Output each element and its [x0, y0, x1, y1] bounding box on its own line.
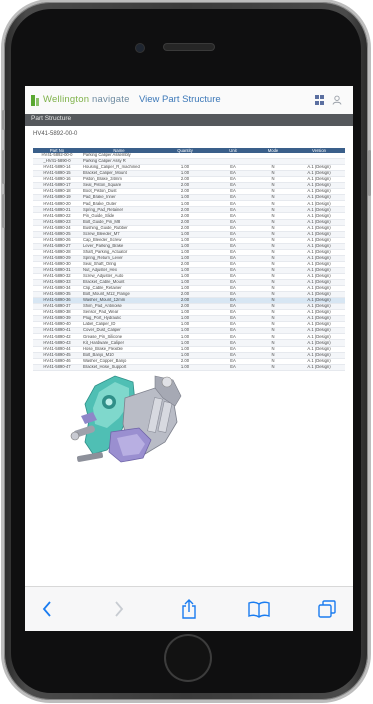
- home-button[interactable]: [166, 636, 210, 680]
- chevron-right-icon: [115, 601, 124, 617]
- book-icon: [248, 601, 270, 618]
- back-button[interactable]: [35, 597, 59, 621]
- screen: Wellington navigate View Part Structure …: [25, 86, 353, 631]
- bookmarks-button[interactable]: [245, 597, 273, 621]
- brand-company: Wellington: [43, 94, 90, 105]
- part-id-label: HV41-5892-00-0: [33, 131, 78, 137]
- brand-app: navigate: [92, 94, 130, 105]
- brand-name[interactable]: Wellington navigate: [43, 94, 130, 105]
- earpiece-speaker: [164, 44, 214, 50]
- caliper-3d-model[interactable]: [55, 358, 215, 498]
- chevron-left-icon: [42, 601, 51, 617]
- model-housing-bore-inner: [105, 398, 113, 406]
- cell-mode: N: [253, 364, 293, 371]
- share-icon: [182, 599, 196, 619]
- power-button: [368, 150, 371, 196]
- tabs-icon: [318, 600, 336, 618]
- volume-down-button: [2, 194, 5, 228]
- model-lever: [161, 376, 173, 388]
- cell-unit: EA: [213, 364, 253, 371]
- brand-logo-icon: [31, 95, 35, 106]
- tabs-button[interactable]: [313, 597, 341, 621]
- model-bolt-head: [70, 431, 80, 441]
- app-header: Wellington navigate View Part Structure: [25, 86, 353, 115]
- share-button[interactable]: [175, 597, 203, 621]
- volume-up-button: [2, 150, 5, 184]
- page-title: View Part Structure: [139, 94, 221, 105]
- model-mount-bolt: [76, 452, 104, 462]
- mute-switch: [2, 110, 5, 130]
- front-camera: [136, 44, 144, 52]
- apps-grid-icon[interactable]: [315, 95, 325, 105]
- table-body: HV41-5892-00-0 Parking Caliper Assembly _H…: [33, 153, 345, 371]
- breadcrumb: Part Structure: [25, 114, 353, 126]
- browser-toolbar: [25, 586, 353, 631]
- breadcrumb-label[interactable]: Part Structure: [31, 115, 71, 122]
- part-structure-table: Part No Name Quantity Unit Mode Version HV41-…: [33, 148, 345, 371]
- user-icon[interactable]: [332, 95, 342, 105]
- forward-button[interactable]: [107, 597, 131, 621]
- cell-ver: A.1 (Design): [293, 364, 345, 371]
- brand-logo-accent: [36, 98, 39, 106]
